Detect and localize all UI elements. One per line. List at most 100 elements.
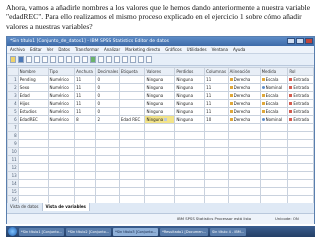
tab-data-view[interactable]: Vista de datos [7,203,43,211]
table-row[interactable]: 3 Edad Numérico 11 0 Ninguna Ninguna 11 … [7,91,314,100]
goto-variable-icon[interactable] [66,56,72,63]
row-number[interactable]: 4 [7,99,19,108]
row-number[interactable]: 13 [7,171,19,180]
row-number[interactable]: 9 [7,139,19,148]
cell-valores[interactable]: Ninguna [144,99,176,108]
cell-valores[interactable]: Ninguna [144,83,176,92]
dialog-recall-icon[interactable] [34,56,40,63]
empty-row[interactable]: 12 [7,163,314,172]
cell-perdidos[interactable]: Ninguna [174,99,206,108]
cell-medida[interactable]: Escala [259,107,289,116]
cell-perdidos[interactable]: Ninguna [174,83,206,92]
menu-ayuda[interactable]: Ayuda [233,46,245,53]
redo-icon[interactable] [50,56,56,63]
cell-alineacion[interactable]: Derecha [227,75,261,84]
cell-columnas[interactable]: 11 [204,75,229,84]
cell-rol[interactable]: Entrada [287,83,314,92]
cell-tipo[interactable]: Numérico [47,99,76,108]
menu-editar[interactable]: Editar [30,46,42,53]
taskbar-item[interactable]: Sin título 4 - IBM... [209,227,247,236]
header-nombre[interactable]: Nombre [17,67,49,76]
cell-decimales[interactable]: 0 [95,99,120,108]
header-medida[interactable]: Medida [259,67,289,76]
header-etiqueta[interactable]: Etiqueta [118,67,146,76]
insert-cases-icon[interactable] [90,56,96,63]
row-number[interactable]: 1 [7,75,19,84]
menu-analizar[interactable]: Analizar [104,46,120,53]
header-valores[interactable]: Valores [144,67,176,76]
cell-anchura[interactable]: 11 [74,75,97,84]
cell-perdidos[interactable]: Ninguna [174,107,206,116]
header-alineacion[interactable]: Alineación [227,67,261,76]
table-row[interactable]: 6 EdadREC Numérico 8 2 Edad REC Ninguna … [7,115,314,124]
empty-row[interactable]: 9 [7,139,314,148]
cell-rol[interactable]: Entrada [287,99,314,108]
row-number[interactable]: 16 [7,195,19,203]
taskbar-item[interactable]: *Resultado1 [Documen... [160,227,208,236]
header-anchura[interactable]: Anchura [74,67,97,76]
row-number[interactable]: 3 [7,91,19,100]
cell-rol[interactable]: Entrada [287,75,314,84]
insert-variable-icon[interactable] [98,56,104,63]
cell-nombre[interactable]: Hijos [17,99,49,108]
row-number[interactable]: 10 [7,147,19,156]
cell-rol[interactable]: Entrada [287,115,314,124]
cell-valores[interactable]: Ninguna [144,107,176,116]
cell-rol[interactable]: Entrada [287,91,314,100]
row-number[interactable]: 7 [7,123,19,132]
row-number[interactable]: 12 [7,163,19,172]
menu-graficos[interactable]: Gráficos [165,46,181,53]
cell-decimales[interactable]: 0 [95,91,120,100]
start-button-icon[interactable] [8,227,17,236]
split-file-icon[interactable] [106,56,112,63]
cell-valores[interactable]: Ninguna [144,75,176,84]
table-row[interactable]: 1 Pending Numérico 11 0 Ninguna Ninguna … [7,75,314,84]
menu-marketing-directo[interactable]: Marketing directo [125,46,160,53]
cell-decimales[interactable]: 0 [95,83,120,92]
cell-tipo[interactable]: Numérico [47,75,76,84]
cell-perdidos[interactable]: Ninguna [174,115,206,124]
ellipsis-button-icon[interactable] [164,118,168,121]
cell-anchura[interactable]: 11 [74,91,97,100]
cell-valores[interactable]: Ninguna [144,91,176,100]
cell-nombre[interactable]: Estudios [17,107,49,116]
menu-transformar[interactable]: Transformar [75,46,99,53]
close-button[interactable] [305,38,313,44]
row-number[interactable]: 2 [7,83,19,92]
cell-medida[interactable]: Escala [259,75,289,84]
tab-variable-view[interactable]: Vista de variables [42,203,90,211]
cell-perdidos[interactable]: Ninguna [174,75,206,84]
empty-row[interactable]: 10 [7,147,314,156]
cell-columnas[interactable]: 10 [204,115,229,124]
header-decimales[interactable]: Decimales [95,67,120,76]
cell-decimales[interactable]: 2 [95,115,120,124]
row-number[interactable]: 6 [7,115,19,124]
header-rol[interactable]: Rol [287,67,314,76]
variables-icon[interactable] [74,56,80,63]
empty-row[interactable]: 7 [7,123,314,132]
cell-decimales[interactable]: 0 [95,75,120,84]
menu-archivo[interactable]: Archivo [10,46,25,53]
cell-columnas[interactable]: 11 [204,107,229,116]
spelling-icon[interactable] [146,56,152,63]
minimize-button[interactable] [287,38,295,44]
use-sets-icon[interactable] [138,56,144,63]
header-perdidos[interactable]: Perdidos [174,67,206,76]
print-icon[interactable] [26,56,32,63]
cell-alineacion[interactable]: Derecha [227,83,261,92]
cell-medida[interactable]: Escala [259,91,289,100]
header-columnas[interactable]: Columnas [204,67,229,76]
cell-alineacion[interactable]: Derecha [227,91,261,100]
cell-tipo[interactable]: Numérico [47,91,76,100]
table-row[interactable]: 2 Sexo Numérico 11 0 Ninguna Ninguna 11 … [7,83,314,92]
cell-anchura[interactable]: 11 [74,99,97,108]
menu-ver[interactable]: Ver [47,46,54,53]
cell-etiqueta[interactable]: Edad REC [118,115,146,124]
menu-ventana[interactable]: Ventana [212,46,228,53]
cell-nombre[interactable]: Edad [17,91,49,100]
row-number[interactable]: 11 [7,155,19,164]
cell-tipo[interactable]: Numérico [47,107,76,116]
cell-valores-selected[interactable]: Ninguna [144,115,176,124]
weight-cases-icon[interactable] [114,56,120,63]
menu-utilidades[interactable]: Utilidades [187,46,207,53]
